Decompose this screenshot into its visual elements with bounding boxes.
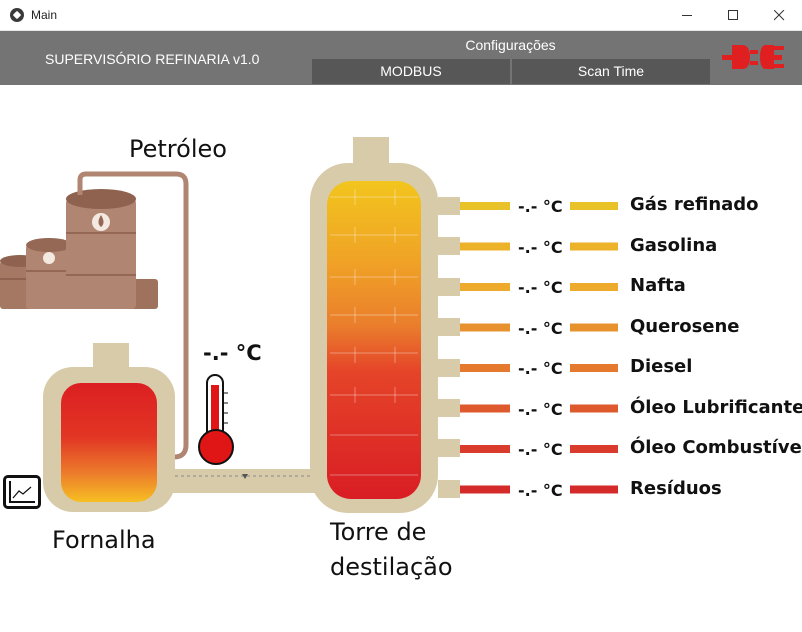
output-pipe-right	[570, 283, 618, 291]
output-product-name: Óleo Lubrificante	[630, 396, 802, 418]
output-pipe-left	[460, 485, 510, 494]
maximize-button[interactable]	[710, 0, 756, 31]
app-icon	[10, 8, 24, 22]
output-temp-value: -.- °C	[518, 399, 563, 419]
minimize-icon	[682, 15, 692, 16]
scantime-button[interactable]: Scan Time	[512, 59, 710, 84]
output-product-name: Nafta	[630, 275, 686, 296]
modbus-button[interactable]: MODBUS	[312, 59, 510, 84]
output-pipe-left	[460, 323, 510, 332]
output-pipe-right	[570, 242, 618, 251]
output-product-name: Óleo Combustível	[630, 437, 802, 458]
output-pipe-left	[460, 283, 510, 291]
maximize-icon	[728, 10, 738, 20]
output-product-name: Gasolina	[630, 234, 718, 256]
output-temp-value: -.- °C	[518, 480, 563, 500]
output-pipe-left	[460, 202, 510, 210]
output-pipe-right	[570, 445, 618, 453]
disconnected-plug-icon[interactable]	[722, 39, 794, 79]
minimize-button[interactable]	[664, 0, 710, 31]
output-product-name: Querosene	[630, 315, 740, 337]
distillation-tower	[310, 137, 460, 513]
output-pipe-left	[460, 404, 510, 413]
fornalha-label: Fornalha	[52, 526, 156, 554]
thermometer-icon	[198, 374, 234, 465]
output-temp-value: -.- °C	[518, 278, 563, 297]
window-titlebar: Main	[0, 0, 802, 31]
furnace-vessel	[43, 343, 319, 512]
output-pipe-right	[570, 404, 618, 413]
torre-label-line1: Torre de	[330, 518, 427, 546]
output-pipe-left	[460, 364, 510, 372]
line-chart-icon	[9, 481, 35, 503]
output-temp-value: -.- °C	[518, 197, 563, 216]
app-header: SUPERVISÓRIO REFINARIA v1.0 Configuraçõe…	[0, 31, 802, 85]
chart-button[interactable]	[3, 475, 41, 509]
output-product-name: Gás refinado	[630, 194, 759, 215]
close-icon	[774, 10, 785, 21]
output-temp-value: -.- °C	[518, 440, 563, 459]
output-pipe-right	[570, 485, 618, 494]
petroleo-label: Petróleo	[129, 135, 227, 163]
furnace-temp-value: -.- °C	[203, 341, 262, 365]
output-temp-value: -.- °C	[518, 359, 563, 378]
output-pipe-right	[570, 202, 618, 210]
window-title: Main	[31, 8, 58, 22]
output-pipe-right	[570, 323, 618, 332]
config-label: Configurações	[465, 37, 556, 53]
output-temp-value: -.- °C	[518, 237, 563, 257]
close-button[interactable]	[756, 0, 802, 31]
output-product-name: Diesel	[630, 356, 693, 377]
app-title: SUPERVISÓRIO REFINARIA v1.0	[45, 51, 260, 67]
output-pipe-left	[460, 242, 510, 251]
output-pipe-left	[460, 445, 510, 453]
output-pipe-right	[570, 364, 618, 372]
output-product-name: Resíduos	[630, 477, 722, 499]
torre-label-line2: destilação	[330, 553, 453, 581]
output-temp-value: -.- °C	[518, 318, 563, 338]
